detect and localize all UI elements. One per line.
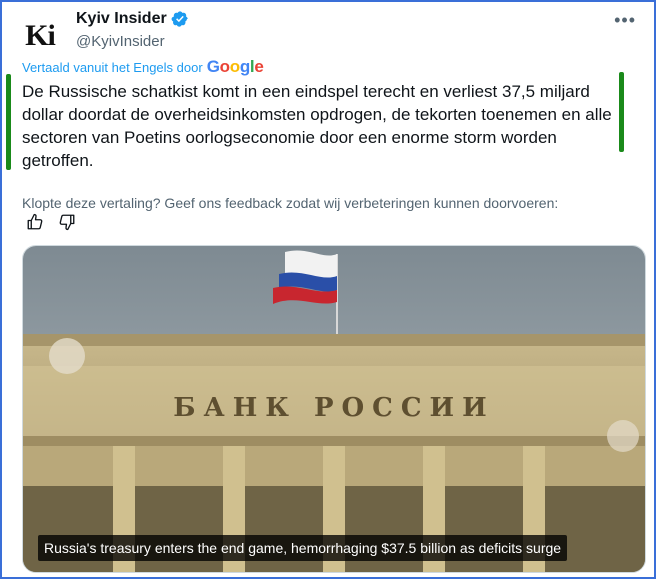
author-handle[interactable]: @KyivInsider — [76, 33, 165, 50]
tweet-text: De Russische schatkist komt in een einds… — [22, 82, 612, 170]
thumbs-down-icon[interactable] — [58, 213, 76, 236]
author-name-row: Kyiv Insider — [76, 10, 189, 28]
avatar-logo: Ki — [25, 19, 56, 52]
media-caption: Russia's treasury enters the end game, h… — [38, 535, 568, 561]
translated-from-label[interactable]: Vertaald vanuit het Engels door — [22, 60, 203, 75]
tweet-media-image[interactable]: БАНК РОССИИ — [22, 245, 646, 573]
central-bank-photo: БАНК РОССИИ — [23, 246, 645, 572]
thumbs-up-icon[interactable] — [26, 213, 44, 236]
feedback-buttons — [26, 213, 76, 236]
author-display-name[interactable]: Kyiv Insider — [76, 10, 167, 28]
annotation-bar-right — [619, 72, 624, 152]
google-logo: Google — [206, 57, 264, 76]
translation-attribution: Vertaald vanuit het Engels door Google — [22, 57, 264, 77]
building-inscription: БАНК РОССИИ — [173, 393, 494, 423]
annotation-bar-left — [6, 74, 11, 170]
translation-feedback-prompt: Klopte deze vertaling? Geef ons feedback… — [22, 195, 559, 211]
more-options-button[interactable]: ••• — [614, 10, 636, 31]
avatar[interactable]: Ki — [16, 12, 64, 60]
tweet-card: Ki Kyiv Insider @KyivInsider ••• Vertaal… — [0, 0, 656, 579]
verified-badge-icon — [171, 10, 189, 28]
